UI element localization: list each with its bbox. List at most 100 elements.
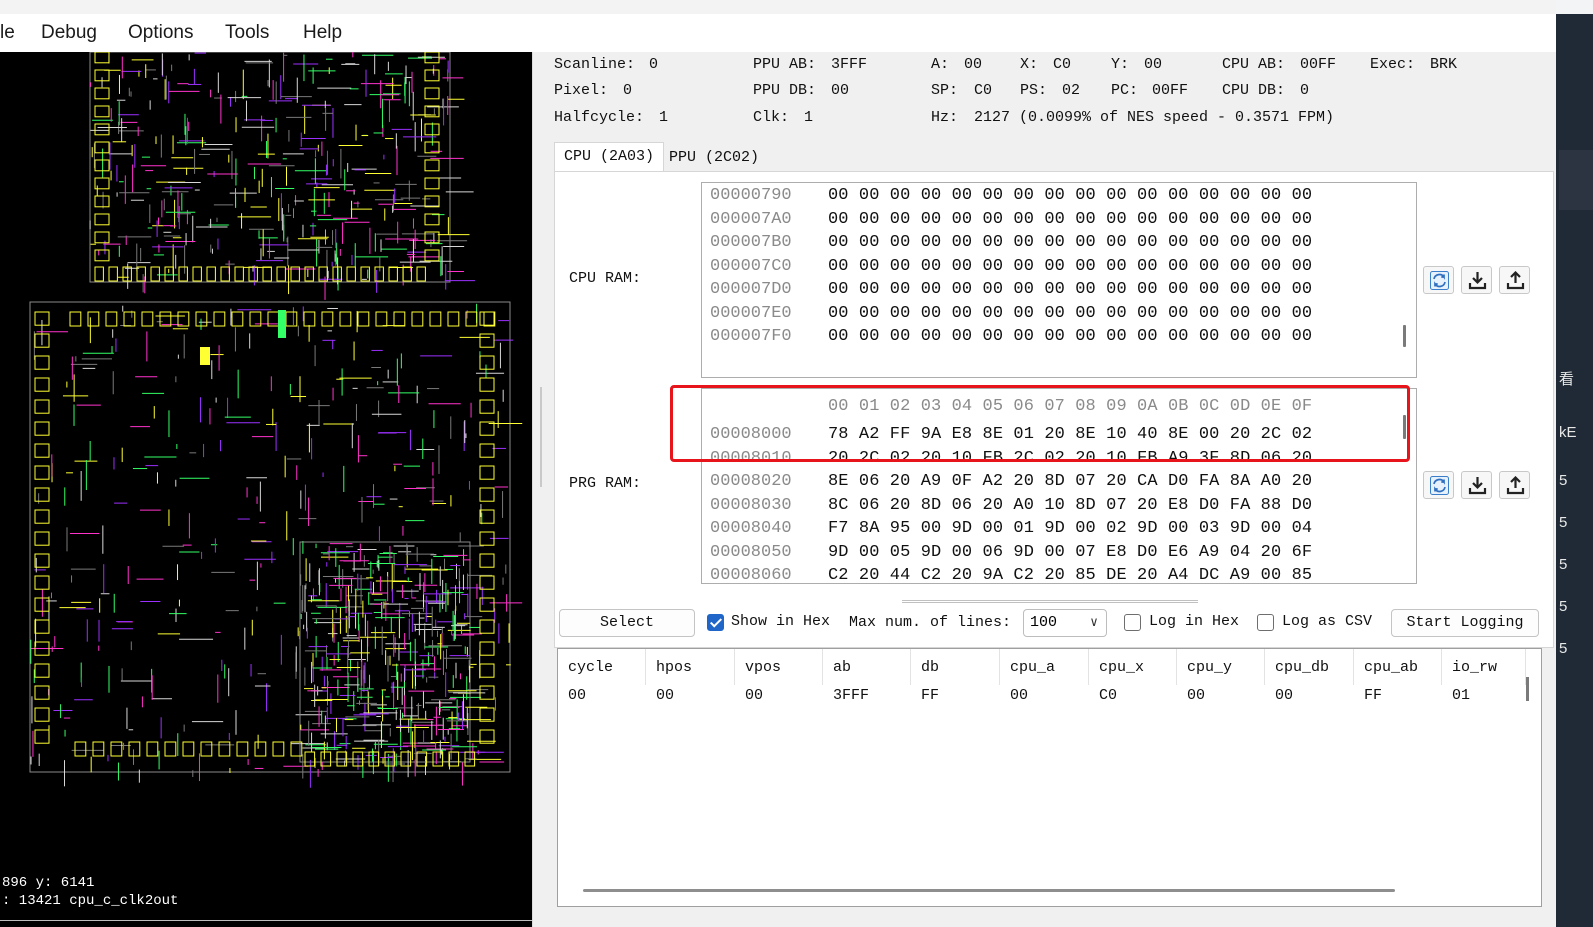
prg-ram-download-button[interactable] (1461, 471, 1492, 499)
cpu-ram-label: CPU RAM: (569, 270, 642, 287)
hex-bytes: 9D 00 05 9D 00 06 9D 00 07 E8 D0 E6 A9 0… (828, 542, 1313, 562)
log-column-cycle[interactable]: cycle (558, 649, 646, 685)
log-column-db[interactable]: db (911, 649, 1000, 685)
cpu-ab-label: CPU AB: (1222, 56, 1286, 73)
cpu-ab-value: 00FF (1300, 56, 1337, 73)
tab-ppu[interactable]: PPU (2C02) (660, 144, 768, 173)
log-vertical-scrollbar[interactable] (1526, 677, 1529, 701)
max-lines-label: Max num. of lines: (849, 614, 1012, 631)
show-in-hex-label: Show in Hex (731, 613, 831, 630)
hex-bytes: 00 00 00 00 00 00 00 00 00 00 00 00 00 0… (828, 233, 1313, 252)
a-reg-value: 00 (964, 56, 983, 73)
chip-layout-image (29, 52, 523, 788)
hex-address: 000007A0 (710, 209, 792, 229)
prg-ram-refresh-button[interactable] (1423, 471, 1454, 499)
log-horizontal-scrollbar[interactable] (583, 889, 1395, 892)
log-column-ab[interactable]: ab (823, 649, 911, 685)
menu-tools[interactable]: Tools (225, 22, 269, 44)
chip-layout-view[interactable]: 896 y: 6141 : 13421 cpu_c_clk2out (0, 52, 532, 927)
cpu-ram-hex-view[interactable]: 00000790 00 00 00 00 00 00 00 00 00 00 00… (701, 182, 1417, 378)
chip-coordinate-readout: 896 y: 6141 (2, 875, 95, 891)
log-cell: 01 (1452, 687, 1471, 704)
pixel-value: 0 (623, 82, 633, 99)
log-in-hex-checkbox[interactable] (1124, 614, 1141, 631)
download-icon (1468, 272, 1487, 290)
start-logging-button[interactable]: Start Logging (1391, 609, 1539, 637)
hex-bytes: 00 00 00 00 00 00 00 00 00 00 00 00 00 0… (828, 256, 1313, 276)
log-column-hpos[interactable]: hpos (646, 649, 735, 685)
hex-address: 00008030 (710, 495, 792, 515)
menu-bar: le Debug Options Tools Help (0, 14, 1556, 52)
a-reg-label: A: (931, 56, 950, 73)
x-reg-value: C0 (1053, 56, 1072, 73)
y-reg-label: Y: (1111, 56, 1130, 73)
cpu-ram-download-button[interactable] (1461, 266, 1492, 294)
cpu-ram-upload-button[interactable] (1499, 266, 1530, 294)
cpu-ram-refresh-button[interactable] (1423, 266, 1454, 294)
log-as-csv-checkbox[interactable] (1257, 614, 1274, 631)
hex-address: 000007E0 (710, 303, 792, 323)
pc-label: PC: (1111, 82, 1139, 99)
log-column-cpu-a[interactable]: cpu_a (1000, 649, 1089, 685)
upload-icon (1506, 476, 1525, 495)
show-in-hex-checkbox[interactable] (707, 614, 724, 631)
chip-status-divider (0, 920, 532, 921)
log-column-vpos[interactable]: vpos (735, 649, 823, 685)
menu-debug[interactable]: Debug (41, 22, 97, 44)
prg-ram-upload-button[interactable] (1499, 471, 1530, 499)
hex-address: 000007C0 (710, 256, 792, 276)
log-cell: FF (921, 687, 940, 704)
hex-bytes: 00 00 00 00 00 00 00 00 00 00 00 00 00 0… (828, 327, 1313, 346)
chevron-down-icon: ∨ (1090, 615, 1098, 630)
hex-bytes: 8C 06 20 8D 06 20 A0 10 8D 07 20 E8 D0 F… (828, 495, 1313, 515)
menu-file[interactable]: le (0, 22, 15, 44)
log-cell: 3FFF (833, 687, 870, 704)
log-cell: 00 (656, 687, 675, 704)
edge-glyph: 5 (1559, 514, 1568, 531)
hex-address: 000007F0 (710, 327, 792, 346)
max-lines-dropdown[interactable]: 100 ∨ (1023, 609, 1107, 637)
background-window-edge: 看 kE 5 5 5 5 5 (1556, 0, 1593, 927)
menu-options[interactable]: Options (128, 22, 193, 44)
sp-label: SP: (931, 82, 959, 99)
halfcycle-value: 1 (659, 109, 669, 126)
log-column-cpu-ab[interactable]: cpu_ab (1354, 649, 1442, 685)
log-column-cpu-x[interactable]: cpu_x (1089, 649, 1177, 685)
title-bar (0, 0, 1556, 14)
log-cell: C0 (1099, 687, 1118, 704)
log-table[interactable]: cycle hpos vpos ab db cpu_a cpu_x cpu_y cpu_db cp… (557, 648, 1542, 907)
tab-cpu[interactable]: CPU (2A03) (554, 142, 665, 171)
edge-glyph: 5 (1559, 598, 1568, 615)
hex-address: 00000790 (710, 186, 792, 205)
clk-label: Clk: (753, 109, 790, 126)
hz-label: Hz: (931, 109, 959, 126)
log-cell: 00 (1187, 687, 1206, 704)
pixel-label: Pixel: (554, 82, 609, 99)
hex-bytes: F7 8A 95 00 9D 00 01 9D 00 02 9D 00 03 9… (828, 519, 1313, 538)
log-cell: 00 (1275, 687, 1294, 704)
cpu-db-value: 0 (1300, 82, 1310, 99)
hz-value: 2127 (0.0099% of NES speed - 0.3571 FPM) (974, 109, 1335, 126)
hex-bytes: 00 00 00 00 00 00 00 00 00 00 00 00 00 0… (828, 280, 1313, 299)
menu-help[interactable]: Help (303, 22, 342, 44)
ppu-db-label: PPU DB: (753, 82, 817, 99)
hex-scrollbar-thumb[interactable] (1403, 325, 1406, 347)
log-column-cpu-db[interactable]: cpu_db (1265, 649, 1354, 685)
ppu-ab-value: 3FFF (831, 56, 868, 73)
log-column-io-rw[interactable]: io_rw (1442, 649, 1526, 685)
hex-address: 000007B0 (710, 233, 792, 252)
hex-address: 00008020 (710, 472, 792, 491)
x-reg-label: X: (1020, 56, 1039, 73)
select-button[interactable]: Select (559, 609, 695, 637)
hex-bytes: 00 00 00 00 00 00 00 00 00 00 00 00 00 0… (828, 209, 1313, 229)
panel-splitter[interactable] (532, 52, 554, 927)
log-cell: 00 (1010, 687, 1029, 704)
max-lines-value: 100 (1030, 614, 1058, 631)
log-column-cpu-y[interactable]: cpu_y (1177, 649, 1265, 685)
pc-value: 00FF (1152, 82, 1189, 99)
ppu-db-value: 00 (831, 82, 850, 99)
annotation-highlight-box (670, 385, 1410, 462)
refresh-icon (1430, 271, 1449, 290)
hex-address: 000007D0 (710, 280, 792, 299)
pane-resize-handle[interactable] (902, 600, 1198, 603)
